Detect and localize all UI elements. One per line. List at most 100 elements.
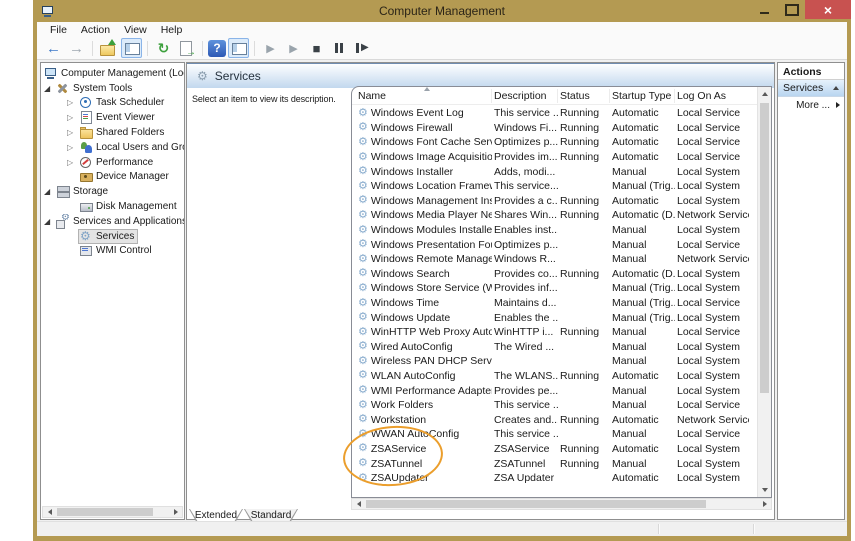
collapse-section-icon[interactable] <box>833 86 839 90</box>
service-gear-icon <box>358 166 368 177</box>
table-row[interactable]: Windows Firewall Windows Fi... Running A… <box>352 121 757 136</box>
table-row[interactable]: Windows Font Cache Service Optimizes p..… <box>352 135 757 150</box>
expand-icon[interactable] <box>67 158 79 167</box>
table-row[interactable]: Windows Remote Manage... Windows R... Ma… <box>352 252 757 267</box>
tree-item-storage[interactable]: Storage <box>41 184 184 199</box>
scrollbar-thumb[interactable] <box>57 508 153 516</box>
service-name: Windows Firewall <box>370 121 453 134</box>
table-row[interactable]: WLAN AutoConfig The WLANS... Running Aut… <box>352 369 757 384</box>
table-row[interactable]: Wired AutoConfig The Wired ... Manual Lo… <box>352 340 757 355</box>
start-service-icon[interactable] <box>260 38 281 58</box>
minimize-button[interactable] <box>751 0 778 19</box>
table-row[interactable]: Windows Media Player Net... Shares Win..… <box>352 208 757 223</box>
table-row[interactable]: Windows Update Enables the ... Manual (T… <box>352 310 757 325</box>
menu-bar: File Action View Help <box>37 22 847 37</box>
forward-icon[interactable] <box>66 38 87 58</box>
table-row[interactable]: Windows Modules Installer Enables inst..… <box>352 223 757 238</box>
service-log-on-as: Local Service <box>677 399 741 412</box>
table-row[interactable]: ZSATunnel ZSATunnel Running Manual Local… <box>352 456 757 471</box>
tree-item-local-users-and-groups[interactable]: Local Users and Groups <box>41 140 184 155</box>
table-row[interactable]: Wireless PAN DHCP Server Manual Local Sy… <box>352 354 757 369</box>
tree-item-task-scheduler[interactable]: Task Scheduler <box>41 96 184 111</box>
table-row[interactable]: WMI Performance Adapter Provides pe... M… <box>352 383 757 398</box>
service-name: Windows Font Cache Service <box>370 136 492 149</box>
scroll-down-icon[interactable] <box>758 483 771 497</box>
service-startup-type: Manual <box>612 457 647 470</box>
service-startup-type: Manual <box>612 428 647 441</box>
actions-services-section[interactable]: Services <box>778 80 844 97</box>
table-row[interactable]: Windows Event Log This service ... Runni… <box>352 106 757 121</box>
table-row[interactable]: ZSAUpdater ZSA Updater Automatic Local S… <box>352 471 757 486</box>
table-row[interactable]: Windows Management Inst... Provides a c.… <box>352 194 757 209</box>
tree-item-system-tools[interactable]: System Tools <box>41 81 184 96</box>
show-actions-pane-icon[interactable] <box>228 38 249 58</box>
tree-item-services-and-applications[interactable]: Services and Applications <box>41 214 184 229</box>
column-header[interactable]: Log On As <box>675 89 749 103</box>
close-button[interactable] <box>805 0 851 19</box>
expand-icon[interactable] <box>67 98 79 107</box>
expand-icon[interactable] <box>67 143 79 152</box>
table-row[interactable]: Windows Time Maintains d... Manual (Trig… <box>352 296 757 311</box>
expand-icon[interactable] <box>67 113 79 122</box>
back-icon[interactable] <box>43 38 64 58</box>
table-row[interactable]: Windows Location Framew... This service.… <box>352 179 757 194</box>
column-header[interactable]: Status <box>558 88 610 103</box>
menu-file[interactable]: File <box>43 24 74 36</box>
tree-item-computer-management[interactable]: Computer Management (Local) <box>41 66 184 81</box>
tree-item-device-manager[interactable]: Device Manager <box>41 170 184 185</box>
service-name: Windows Media Player Net... <box>370 209 492 222</box>
menu-help[interactable]: Help <box>154 24 190 36</box>
table-row[interactable]: Work Folders This service ... Manual Loc… <box>352 398 757 413</box>
table-row[interactable]: Windows Search Provides co... Running Au… <box>352 267 757 282</box>
export-list-icon[interactable] <box>176 38 197 58</box>
tree-horizontal-scrollbar[interactable] <box>42 506 183 518</box>
shared-folders-icon <box>79 126 94 140</box>
restart-service-icon[interactable] <box>352 38 373 58</box>
table-row[interactable]: WinHTTP Web Proxy Auto-... WinHTTP i... … <box>352 325 757 340</box>
tree-item-shared-folders[interactable]: Shared Folders <box>41 125 184 140</box>
scrollbar-thumb[interactable] <box>366 500 706 508</box>
table-row[interactable]: ZSAService ZSAService Running Automatic … <box>352 442 757 457</box>
table-row[interactable]: Windows Store Service (WS... Provides in… <box>352 281 757 296</box>
tree-item-wmi-control[interactable]: WMI Control <box>41 244 184 259</box>
scroll-left-icon[interactable] <box>43 507 56 517</box>
column-header[interactable]: Description <box>492 88 558 103</box>
table-row[interactable]: Windows Presentation Fou... Optimizes p.… <box>352 237 757 252</box>
tree-item-services[interactable]: Services <box>41 228 184 244</box>
actions-more-item[interactable]: More ... <box>778 97 844 113</box>
menu-action[interactable]: Action <box>74 24 117 36</box>
pause-service-icon[interactable] <box>329 38 350 58</box>
scrollbar-thumb[interactable] <box>760 103 769 393</box>
collapse-icon[interactable] <box>44 217 56 226</box>
service-startup-type: Automatic <box>612 121 659 134</box>
tree-item-event-viewer[interactable]: Event Viewer <box>41 110 184 125</box>
scroll-up-icon[interactable] <box>758 87 771 101</box>
show-console-tree-icon[interactable] <box>121 38 142 58</box>
resume-service-icon[interactable] <box>283 38 304 58</box>
tree-item-disk-management[interactable]: Disk Management <box>41 199 184 214</box>
maximize-button[interactable] <box>778 0 805 19</box>
tree-item-performance[interactable]: Performance <box>41 155 184 170</box>
sort-ascending-icon <box>424 87 430 91</box>
table-row[interactable]: WWAN AutoConfig This service ... Manual … <box>352 427 757 442</box>
table-row[interactable]: Windows Image Acquisitio... Provides im.… <box>352 150 757 165</box>
list-horizontal-scrollbar[interactable] <box>351 498 772 510</box>
collapse-icon[interactable] <box>44 84 56 93</box>
folder-up-icon[interactable] <box>98 38 119 58</box>
status-separator <box>658 524 659 534</box>
menu-view[interactable]: View <box>117 24 154 36</box>
scroll-left-icon[interactable] <box>352 499 365 509</box>
list-vertical-scrollbar[interactable] <box>757 87 771 497</box>
service-log-on-as: Local System <box>677 457 741 470</box>
stop-service-icon[interactable] <box>306 38 327 58</box>
column-header[interactable]: Startup Type <box>610 88 675 103</box>
help-icon[interactable] <box>208 39 226 57</box>
service-name: WinHTTP Web Proxy Auto-... <box>370 326 492 339</box>
refresh-icon[interactable] <box>153 38 174 58</box>
scroll-right-icon[interactable] <box>169 507 182 517</box>
scroll-right-icon[interactable] <box>758 499 771 509</box>
expand-icon[interactable] <box>67 128 79 137</box>
table-row[interactable]: Workstation Creates and... Running Autom… <box>352 412 757 427</box>
collapse-icon[interactable] <box>44 187 56 196</box>
table-row[interactable]: Windows Installer Adds, modi... Manual L… <box>352 164 757 179</box>
